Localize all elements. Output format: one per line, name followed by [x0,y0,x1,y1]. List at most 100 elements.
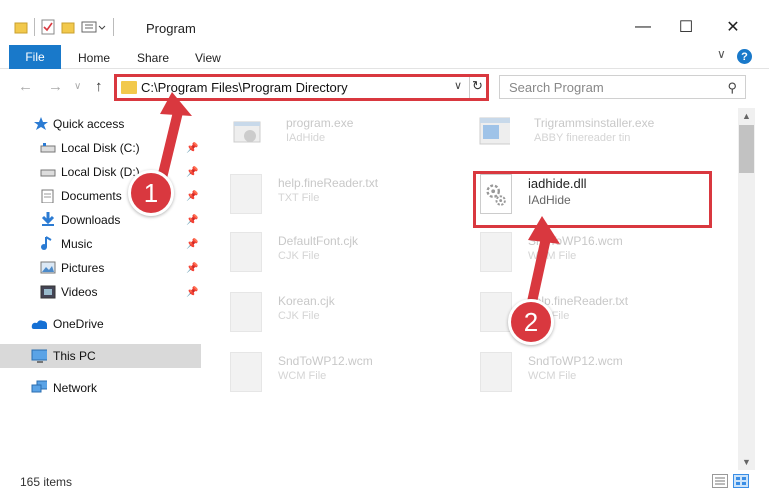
pin-icon[interactable]: 📌 [186,191,198,202]
videos-icon [40,285,56,299]
file-item[interactable]: program.exe IAdHide [232,114,472,166]
status-bar: 165 items [0,470,769,502]
quick-access-toolbar [14,18,114,36]
sidebar-item-pictures[interactable]: Pictures 📌 [0,256,201,280]
sidebar-item-label: This PC [53,349,96,363]
file-item[interactable]: Korean.cjk CJK File [230,292,470,344]
documents-icon [41,189,54,203]
back-icon[interactable]: ← [18,78,33,95]
close-button[interactable]: ✕ [718,16,748,38]
sidebar-item-downloads[interactable]: Downloads 📌 [0,208,201,232]
installer-file-icon [479,117,510,145]
star-icon [34,117,48,130]
drive-icon [40,143,56,153]
navigation-bar: ← → ∨ ↑ C:\Program Files\Program Directo… [0,70,769,104]
sidebar-item-label: Downloads [61,213,121,227]
pin-icon[interactable]: 📌 [186,143,198,154]
address-path[interactable]: C:\Program Files\Program Directory [141,80,348,95]
file-type: WCM File [278,370,327,382]
address-separator [469,77,470,98]
file-item[interactable]: SndToWP16.wcm WCM File [480,232,720,284]
pin-icon[interactable]: 📌 [186,263,198,274]
search-placeholder: Search Program [509,80,604,95]
sidebar-item-label: OneDrive [53,317,104,331]
sidebar-item-videos[interactable]: Videos 📌 [0,280,201,304]
file-name: Korean.cjk [278,294,335,308]
sidebar-item-network[interactable]: Network [0,376,201,400]
expand-ribbon-icon[interactable]: ∨ [717,47,726,61]
navigation-pane: Quick access Local Disk (C:) 📌 Local Dis… [0,108,214,466]
refresh-icon[interactable]: ↻ [472,78,483,94]
sidebar-item-label: Documents [61,189,122,203]
wcm-file-icon [230,352,262,392]
cjk-file-icon [230,292,262,332]
sidebar-item-label: Pictures [61,261,105,275]
pictures-icon [40,261,56,274]
folder-icon[interactable] [14,20,28,34]
scroll-down-icon[interactable]: ▼ [742,457,751,467]
file-type: CJK File [278,310,320,322]
file-type: WCM File [528,370,577,382]
properties-icon[interactable] [41,19,55,35]
sidebar-item-this-pc[interactable]: This PC [0,344,201,368]
sidebar-item-label: Music [61,237,93,251]
file-item[interactable]: help.fineReader.txt TXT File [230,174,470,226]
step-1-callout: 1 [128,170,174,216]
computer-icon [31,349,47,363]
file-item[interactable]: SndToWP12.wcm WCM File [230,352,470,404]
customize-toolbar-icon[interactable] [81,20,107,34]
file-item[interactable]: DefaultFont.cjk CJK File [230,232,470,284]
sidebar-item-local-disk-c[interactable]: Local Disk (C:) 📌 [0,136,201,160]
folder-icon [121,81,137,94]
text-file-icon [230,174,262,214]
sidebar-item-label: Videos [61,285,98,299]
sidebar-item-label: Quick access [53,117,125,131]
title-bar: Program — ☐ ✕ [0,0,769,42]
sidebar-item-music[interactable]: Music 📌 [0,232,201,256]
sidebar-item-quick-access[interactable]: Quick access [0,112,201,136]
step-2-callout: 2 [508,299,554,345]
tab-file[interactable]: File [9,45,61,69]
file-type: IAdHide [286,132,326,144]
tab-home[interactable]: Home [78,51,110,65]
file-type: WCM File [528,250,577,262]
tab-share[interactable]: Share [137,51,169,65]
address-bar[interactable]: C:\Program Files\Program Directory ∨ ↻ [114,74,489,101]
search-icon[interactable]: ⚲ [727,80,737,96]
sidebar-item-onedrive[interactable]: OneDrive [0,312,201,336]
pin-icon[interactable]: 📌 [186,167,198,178]
large-icons-view-icon[interactable] [733,474,749,488]
file-type: CJK File [278,250,320,262]
ribbon-tabs: File Home Share View [0,45,769,69]
sidebar-item-label: Network [53,381,98,395]
help-icon[interactable]: ? [737,49,752,64]
pin-icon[interactable]: 📌 [186,239,198,250]
vertical-scrollbar[interactable]: ▲ ▼ [738,108,755,470]
file-item[interactable]: SndToWP12.wcm WCM File [480,352,720,404]
recent-locations-icon[interactable]: ∨ [74,81,81,92]
minimize-button[interactable]: — [628,16,658,38]
file-name: SndToWP12.wcm [528,354,623,368]
window-title: Program [146,21,196,36]
maximize-button[interactable]: ☐ [671,16,701,38]
file-name: program.exe [286,116,354,130]
new-folder-icon[interactable] [61,20,75,34]
file-name: help.fineReader.txt [278,176,379,190]
details-view-icon[interactable] [712,474,728,488]
scrollbar-thumb[interactable] [739,125,754,173]
file-type: ABBY finereader tin [534,132,631,144]
downloads-icon [41,212,55,226]
forward-icon[interactable]: → [48,78,63,95]
address-dropdown-icon[interactable]: ∨ [454,79,462,92]
sidebar-item-label: Local Disk (D:) [61,165,140,179]
search-input[interactable]: Search Program ⚲ [499,75,746,99]
file-item[interactable]: Trigrammsinstaller.exe ABBY finereader t… [478,114,718,166]
up-icon[interactable]: ↑ [95,78,103,95]
scroll-up-icon[interactable]: ▲ [742,111,751,121]
file-name: SndToWP16.wcm [528,234,623,248]
pin-icon[interactable]: 📌 [186,287,198,298]
tab-view[interactable]: View [195,51,221,65]
pin-icon[interactable]: 📌 [186,215,198,226]
highlight-box [473,171,712,228]
file-name: Trigrammsinstaller.exe [534,116,655,130]
